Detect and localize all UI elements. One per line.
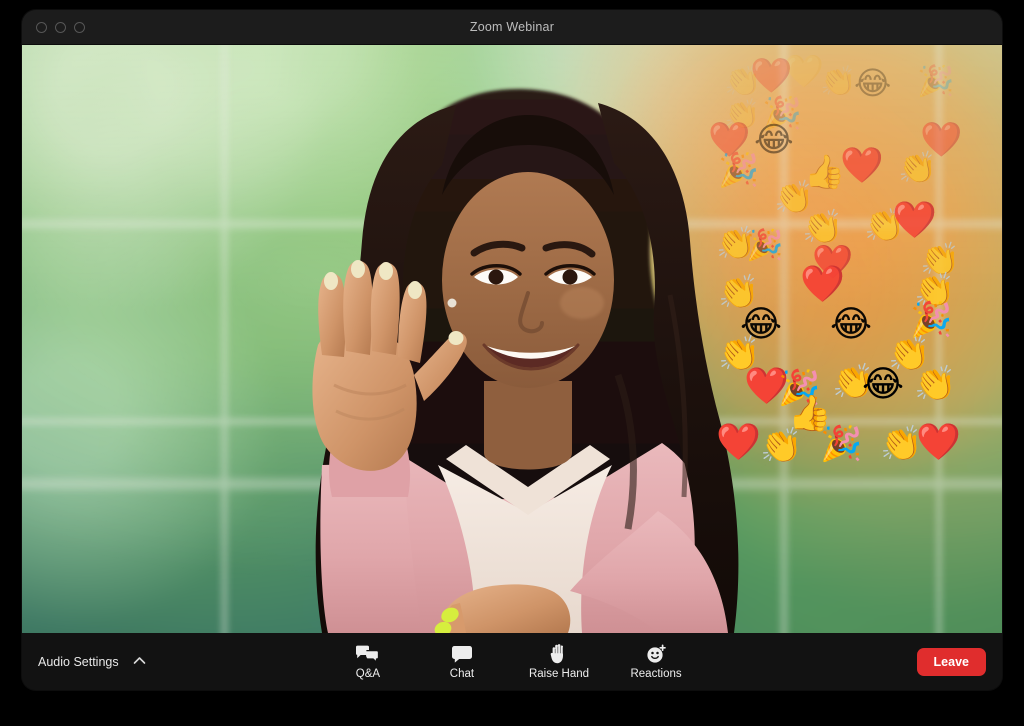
- reactions-button[interactable]: Reactions: [629, 644, 683, 680]
- qa-button[interactable]: Q&A: [341, 645, 395, 680]
- raise-hand-button[interactable]: Raise Hand: [528, 644, 590, 680]
- window-mullions: [22, 45, 1002, 633]
- audio-settings-label: Audio Settings: [38, 655, 119, 669]
- window-title: Zoom Webinar: [469, 20, 555, 34]
- raised-hand-icon: [550, 644, 568, 664]
- raise-hand-label: Raise Hand: [528, 667, 590, 680]
- video-stage: 👏💛❤️👏😂🎉👏🎉❤️😂❤️🎉👍❤️👏👏👏👏❤️👏🎉❤️👏👏❤️👏😂😂🎉👏👏❤️…: [22, 45, 1002, 633]
- qa-bubbles-icon: [355, 645, 380, 664]
- zoom-webinar-window: Zoom Webinar ❤️ 👏 😂 🎉 👏 🎉 ❤️ 😂 ❤️ 🎉 👍 ❤️…: [22, 10, 1002, 690]
- meeting-toolbar: Audio Settings Q&A Chat Raise Hand React…: [22, 633, 1002, 690]
- chevron-up-icon[interactable]: [133, 656, 146, 668]
- desktop-backdrop: Zoom Webinar ❤️ 👏 😂 🎉 👏 🎉 ❤️ 😂 ❤️ 🎉 👍 ❤️…: [0, 0, 1024, 726]
- toolbar-center-controls: Q&A Chat Raise Hand Reactions: [22, 633, 1002, 690]
- minimize-button[interactable]: [55, 21, 66, 33]
- chat-label: Chat: [449, 667, 475, 680]
- window-titlebar: Zoom Webinar: [22, 10, 1002, 45]
- audio-settings-button[interactable]: Audio Settings: [38, 655, 146, 669]
- chat-button[interactable]: Chat: [435, 645, 489, 680]
- reactions-label: Reactions: [630, 667, 682, 680]
- leave-button[interactable]: Leave: [916, 648, 986, 676]
- leave-button-container: Leave: [916, 648, 986, 676]
- maximize-button[interactable]: [74, 21, 85, 33]
- close-button[interactable]: [36, 21, 47, 33]
- window-traffic-lights: [36, 10, 85, 44]
- chat-bubble-icon: [451, 645, 473, 664]
- qa-label: Q&A: [355, 667, 381, 680]
- reactions-smiley-icon: [646, 644, 667, 664]
